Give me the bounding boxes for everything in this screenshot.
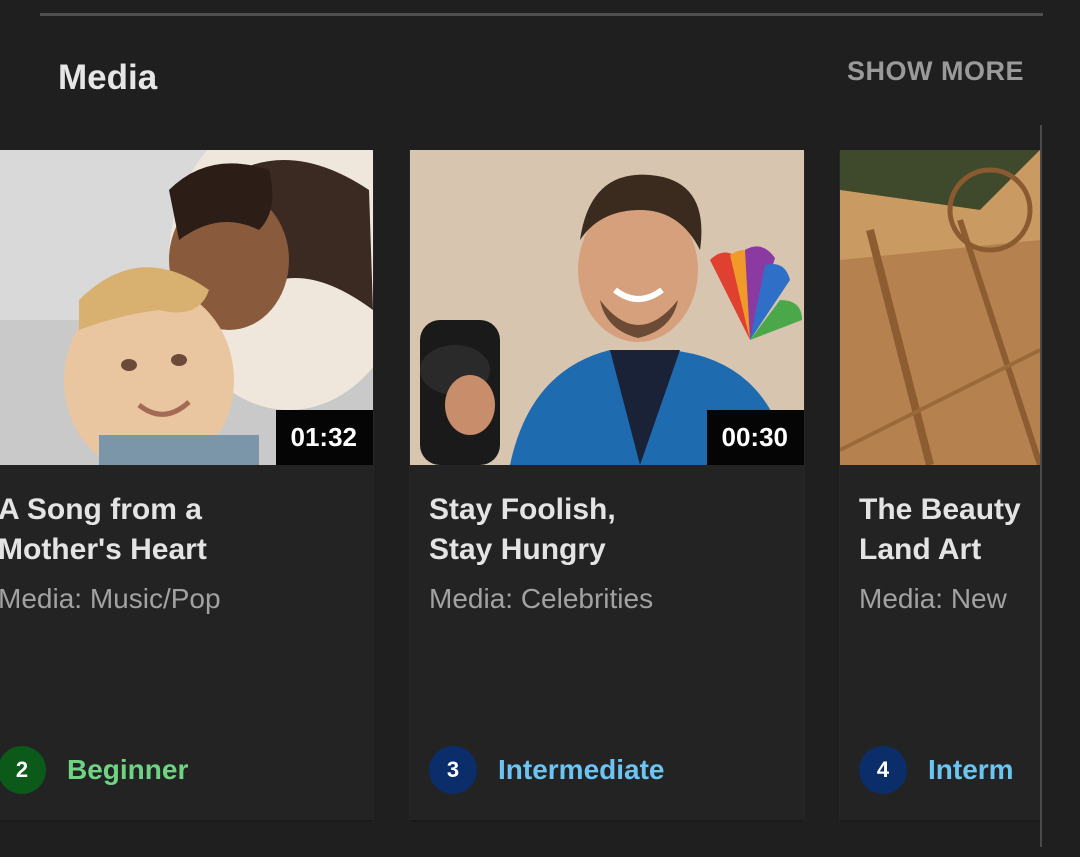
media-title-line: Stay Foolish, — [429, 493, 616, 526]
level-indicator: 4 Interm — [859, 746, 1014, 794]
level-label: Intermediate — [498, 754, 665, 785]
level-label: Interm — [928, 754, 1014, 785]
media-title[interactable]: A Song from a Mother's Heart — [0, 490, 358, 570]
media-title-line: A Song from a — [0, 493, 202, 526]
media-category: Media: Celebrities — [429, 583, 654, 614]
duration-badge: 01:32 — [275, 410, 373, 465]
section-title: Media — [58, 58, 158, 97]
media-thumbnail[interactable]: 00:30 — [410, 150, 804, 465]
media-category: Media: Music/Pop — [0, 583, 221, 614]
level-number-badge: 4 — [859, 746, 907, 794]
media-title-line: Mother's Heart — [0, 533, 207, 566]
duration-badge: 00:30 — [706, 410, 804, 465]
level-number-badge: 3 — [429, 746, 477, 794]
media-thumbnail[interactable] — [840, 150, 1040, 465]
media-card[interactable]: The Beauty Land Art Media: New 4 Interm — [840, 150, 1040, 822]
media-category: Media: New — [859, 583, 1007, 614]
media-title-line: Stay Hungry — [429, 533, 606, 566]
level-label: Beginner — [67, 754, 189, 785]
media-title[interactable]: The Beauty Land Art — [859, 490, 1040, 570]
land-art-image — [840, 150, 1040, 465]
media-title-line: Land Art — [859, 533, 982, 566]
media-thumbnail[interactable]: 01:32 — [0, 150, 373, 465]
level-indicator: 3 Intermediate — [429, 746, 665, 794]
show-more-button[interactable]: SHOW MORE — [847, 56, 1024, 87]
media-carousel[interactable]: 01:32 A Song from a Mother's Heart Media… — [0, 150, 1040, 822]
level-indicator: 2 Beginner — [0, 746, 188, 794]
section-divider — [40, 13, 1043, 16]
media-title[interactable]: Stay Foolish, Stay Hungry — [429, 490, 789, 570]
carousel-scrollbar[interactable] — [1040, 125, 1042, 847]
media-card[interactable]: 00:30 Stay Foolish, Stay Hungry Media: C… — [410, 150, 804, 822]
media-title-line: The Beauty — [859, 493, 1021, 526]
level-number-badge: 2 — [0, 746, 46, 794]
media-card[interactable]: 01:32 A Song from a Mother's Heart Media… — [0, 150, 373, 822]
